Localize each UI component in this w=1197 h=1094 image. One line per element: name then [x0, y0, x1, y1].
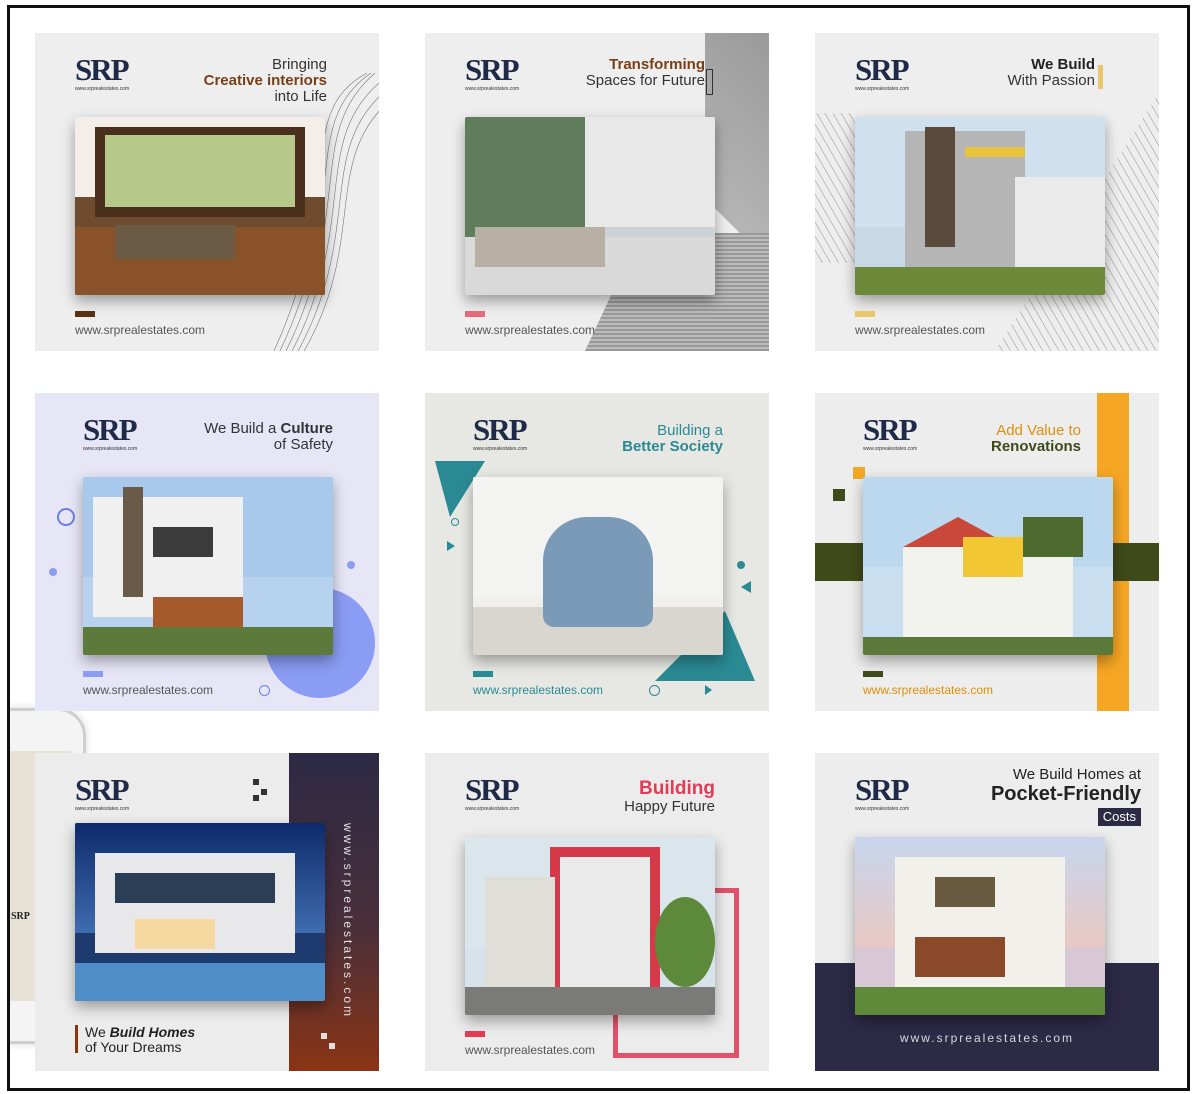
- website-url[interactable]: www.srprealestates.com: [465, 323, 595, 337]
- accent-bar: [465, 311, 485, 317]
- post-card-2[interactable]: SRP www.srprealestates.com Transforming S…: [425, 33, 769, 351]
- card-heading: We Build With Passion: [1007, 56, 1095, 89]
- circle-outline-icon: [259, 685, 270, 696]
- night-villa-photo: [75, 823, 325, 1001]
- affordable-house-photo: [855, 837, 1105, 1015]
- post-card-8[interactable]: SRP www.srprealestates.com Building Happy…: [425, 753, 769, 1071]
- accent-bar: [855, 311, 875, 317]
- circle-outline-icon: [649, 685, 660, 696]
- card-heading: Add Value to Renovations: [990, 422, 1081, 455]
- srp-logo: SRP www.srprealestates.com: [465, 52, 520, 92]
- website-url[interactable]: www.srprealestates.com: [465, 1043, 595, 1057]
- website-url[interactable]: www.srprealestates.com: [473, 683, 603, 697]
- srp-logo: SRP www.srprealestates.com: [855, 772, 910, 812]
- circle-outline-icon: [57, 508, 75, 526]
- accent-bar: [75, 311, 95, 317]
- post-card-9[interactable]: SRP www.srprealestates.com We Build Homes…: [815, 753, 1159, 1071]
- post-card-3[interactable]: SRP www.srprealestates.com We Build With …: [815, 33, 1159, 351]
- website-url[interactable]: www.srprealestates.com: [75, 323, 205, 337]
- post-card-1[interactable]: SRP www.srprealestates.com Bringing Creat…: [35, 33, 379, 351]
- post-card-5[interactable]: SRP www.srprealestates.com Building a Bet…: [425, 393, 769, 711]
- house-photo: [855, 117, 1105, 295]
- website-url[interactable]: www.srprealestates.com: [863, 683, 993, 697]
- accent-bar: [863, 671, 883, 677]
- phone-logo: SRP: [11, 911, 30, 922]
- interior-photo: [75, 117, 325, 295]
- gallery-frame: SRP SRP www.srprealestates.com Bringing C…: [7, 5, 1190, 1091]
- srp-logo: SRP www.srprealestates.com: [75, 772, 130, 812]
- vertical-website: www.srprealestates.com: [341, 823, 355, 1020]
- play-triangle-icon: [447, 541, 455, 551]
- srp-logo: SRP www.srprealestates.com: [83, 412, 138, 452]
- srp-logo: SRP www.srprealestates.com: [465, 772, 520, 812]
- srp-logo: SRP www.srprealestates.com: [75, 52, 130, 92]
- website-url[interactable]: www.srprealestates.com: [855, 323, 985, 337]
- villa-photo: [83, 477, 333, 655]
- card-heading: We Build Homes at Pocket-Friendly Costs: [990, 766, 1141, 826]
- accent-bar: [473, 671, 493, 677]
- card-heading: Transforming Spaces for Future: [585, 56, 705, 89]
- card-heading: Building a Better Society: [622, 422, 723, 455]
- card-heading: We Build Homes of Your Dreams: [85, 1024, 196, 1055]
- website-url[interactable]: www.srprealestates.com: [83, 683, 213, 697]
- card-heading: We Build a Culture of Safety: [204, 420, 333, 453]
- renovated-house-photo: [863, 477, 1113, 655]
- accent-bar: [465, 1031, 485, 1037]
- accent-bar: [83, 671, 103, 677]
- srp-logo: SRP www.srprealestates.com: [855, 52, 910, 92]
- post-card-6[interactable]: SRP www.srprealestates.com Add Value to R…: [815, 393, 1159, 711]
- srp-logo: SRP www.srprealestates.com: [863, 412, 918, 452]
- family-photo: [473, 477, 723, 655]
- play-triangle-icon: [705, 685, 712, 695]
- website-url[interactable]: www.srprealestates.com: [815, 1031, 1159, 1045]
- living-room-photo: [465, 117, 715, 295]
- post-card-7[interactable]: www.srprealestates.com SRP www.srprealest…: [35, 753, 379, 1071]
- card-heading: Bringing Creative interiors into Life: [203, 56, 327, 105]
- post-card-4[interactable]: SRP www.srprealestates.com We Build a Cul…: [35, 393, 379, 711]
- modern-house-photo: [465, 837, 715, 1015]
- card-heading: Building Happy Future: [624, 778, 715, 815]
- srp-logo: SRP www.srprealestates.com: [473, 412, 528, 452]
